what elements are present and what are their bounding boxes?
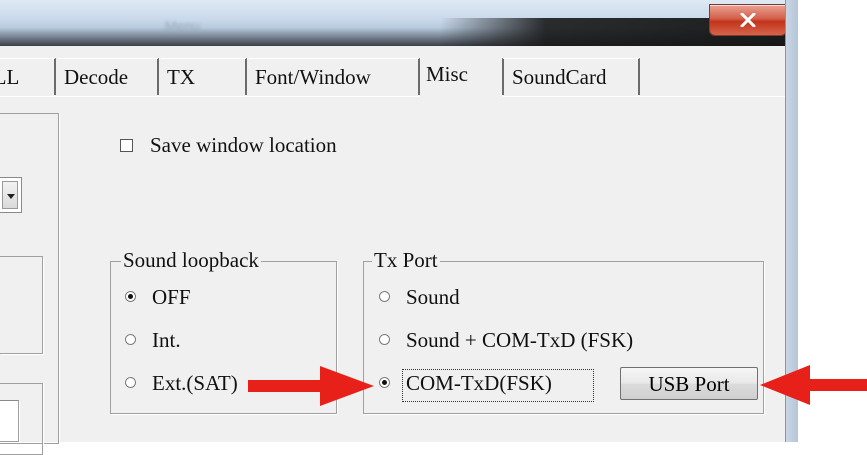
tab-label: Decode — [64, 65, 129, 89]
tab-pll[interactable]: PLL — [0, 58, 56, 95]
txport-sound-label: Sound — [406, 285, 460, 309]
title-bar: Menu — [0, 0, 797, 46]
tab-label: TX — [167, 65, 195, 89]
close-icon — [740, 13, 756, 27]
tx-port-title: Tx Port — [372, 248, 440, 272]
loopback-ext-label: Ext.(SAT) — [152, 371, 238, 395]
txport-sound-com-label: Sound + COM-TxD (FSK) — [406, 328, 634, 352]
sound-loopback-title: Sound loopback — [121, 248, 261, 272]
dropdown-arrow-icon[interactable] — [2, 181, 18, 209]
loopback-ext-radio[interactable] — [125, 377, 136, 388]
window-title: Menu — [165, 18, 201, 34]
tab-label: Font/Window — [255, 65, 371, 89]
tab-underline — [502, 96, 785, 97]
txport-com-radio[interactable] — [379, 377, 390, 388]
tab-font-window[interactable]: Font/Window — [249, 58, 420, 95]
loopback-int-label: Int. — [152, 328, 181, 352]
tab-soundcard[interactable]: SoundCard — [502, 58, 640, 95]
tab-decode[interactable]: Decode — [58, 58, 159, 95]
left-lower-field[interactable] — [0, 400, 19, 442]
tab-misc[interactable]: Misc — [420, 56, 502, 96]
left-sub-box — [0, 256, 43, 354]
tab-label: Misc — [426, 62, 468, 86]
tab-label: SoundCard — [512, 65, 607, 89]
loopback-off-radio[interactable] — [125, 291, 136, 302]
left-combo-box[interactable] — [0, 177, 22, 213]
red-arrow-icon — [760, 365, 867, 405]
tab-underline — [0, 96, 420, 97]
usb-port-button[interactable]: USB Port — [620, 367, 758, 400]
close-button[interactable] — [709, 4, 787, 36]
red-arrow-icon — [248, 366, 374, 406]
txport-sound-com-radio[interactable] — [379, 334, 390, 345]
loopback-off-label: OFF — [152, 285, 191, 309]
tab-tx[interactable]: TX — [161, 58, 247, 95]
tab-strip: PLL Decode TX Font/Window Misc SoundCard — [0, 56, 785, 96]
loopback-int-radio[interactable] — [125, 334, 136, 345]
txport-com-label: COM-TxD(FSK) — [406, 371, 552, 395]
txport-sound-radio[interactable] — [379, 291, 390, 302]
save-window-location-checkbox[interactable] — [120, 139, 133, 152]
tab-label: PLL — [0, 65, 20, 89]
save-window-location-label: Save window location — [150, 133, 337, 157]
